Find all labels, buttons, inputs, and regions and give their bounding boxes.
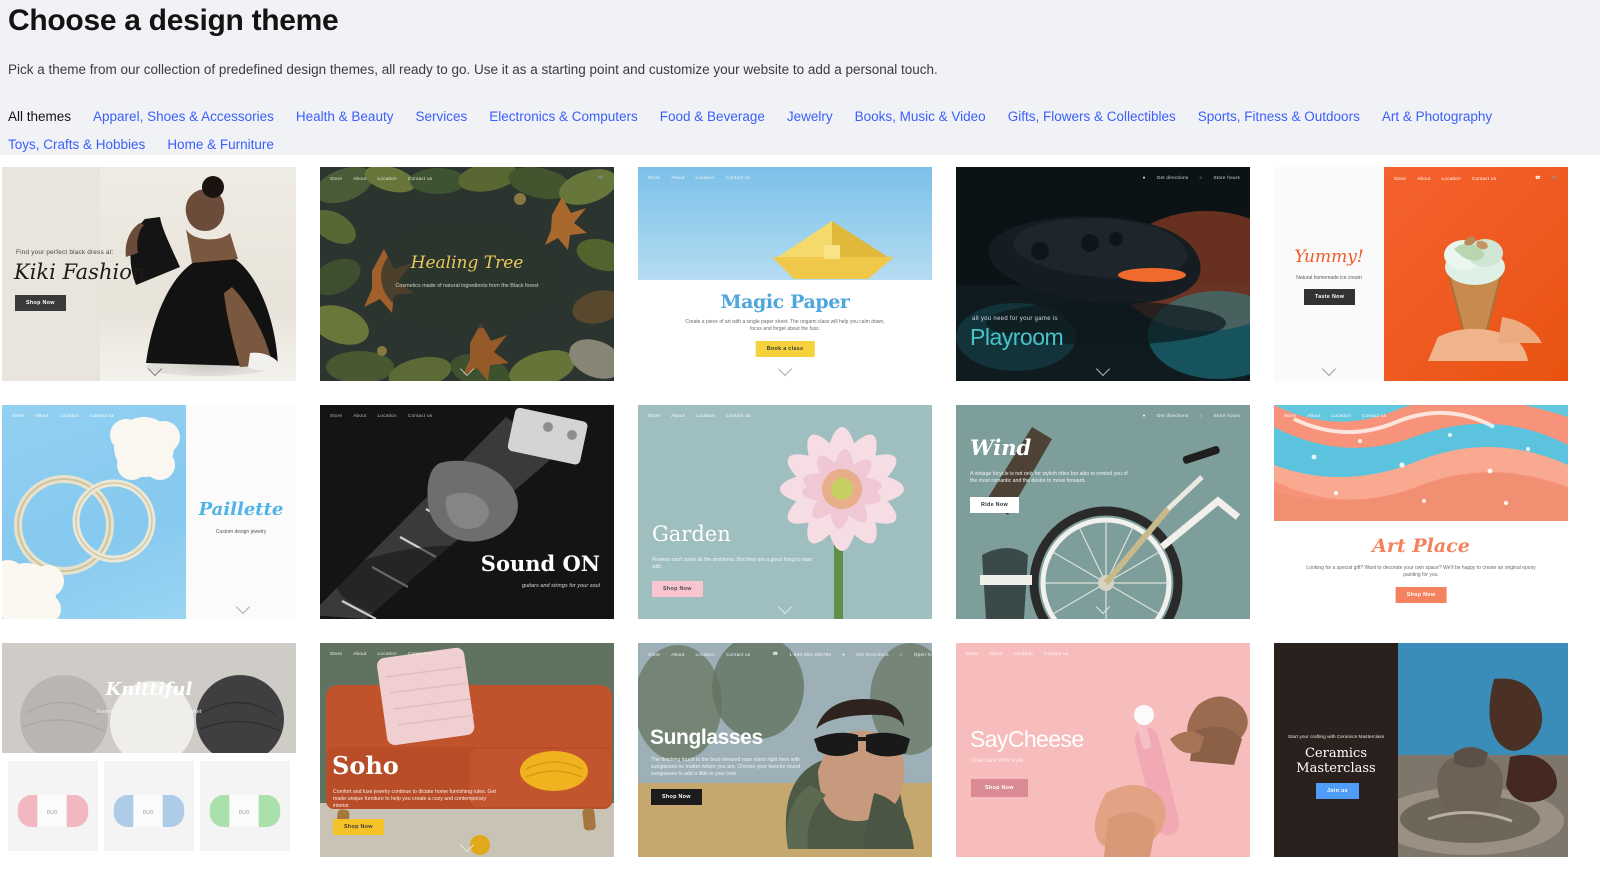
theme-tagline: A vintage bicycle is not only for stylis…	[970, 471, 1128, 485]
theme-tagline: Oral care with style	[971, 757, 1024, 764]
product-label: DUO	[143, 810, 154, 816]
product-label: DUO	[239, 810, 250, 816]
theme-preview-image	[1376, 643, 1568, 857]
theme-preview-text-panel: Find your perfect black dress at: Kiki F…	[2, 167, 192, 381]
category-filter-toys-crafts[interactable]: Toys, Crafts & Hobbies	[8, 131, 145, 159]
theme-card-magic-paper[interactable]: Store About Location Contact us Magic Pa…	[638, 167, 932, 381]
theme-name: Playroom	[970, 324, 1064, 350]
category-filter-books-music-video[interactable]: Books, Music & Video	[855, 103, 986, 131]
chevron-down-icon[interactable]	[779, 362, 792, 375]
category-filter-apparel[interactable]: Apparel, Shoes & Accessories	[93, 103, 274, 131]
theme-tagline: Flowers can't solve all the problems. Bu…	[652, 557, 813, 571]
theme-preview-image	[638, 643, 932, 857]
theme-cta-button[interactable]: Shop Now	[651, 789, 702, 805]
theme-card-playroom[interactable]: ● Get directions ○ Store hours all you n…	[956, 167, 1250, 381]
theme-name: Wind	[970, 435, 1032, 460]
theme-card-paillette[interactable]: Store About Location Contact us Paillett…	[2, 405, 296, 619]
theme-name: Yummy!	[1294, 247, 1364, 267]
page-subtitle: Pick a theme from our collection of pred…	[8, 62, 938, 77]
product-thumbnail[interactable]: DUO	[8, 761, 98, 851]
theme-tagline: guitars and strings for your soul	[521, 583, 600, 589]
product-thumbnail[interactable]: DUO	[200, 761, 290, 851]
theme-tagline: Custom design jewelry	[215, 529, 267, 535]
theme-name: Magic Paper	[720, 291, 850, 313]
category-filter-all-themes[interactable]: All themes	[8, 103, 71, 131]
theme-name: Knittiful	[105, 679, 193, 700]
theme-card-kiki-fashion[interactable]: Find your perfect black dress at: Kiki F…	[2, 167, 296, 381]
theme-name: Garden	[652, 522, 731, 546]
chevron-down-icon[interactable]	[1097, 362, 1110, 375]
chevron-down-icon[interactable]	[461, 362, 474, 375]
category-filter-sports-fitness[interactable]: Sports, Fitness & Outdoors	[1198, 103, 1360, 131]
theme-cta-button[interactable]: Shop Now	[333, 819, 384, 835]
theme-cta-button[interactable]: Shop Now	[971, 779, 1028, 797]
page-header: Choose a design theme Pick a theme from …	[0, 0, 1600, 155]
theme-name: Kiki Fashion	[14, 260, 146, 284]
product-thumbnail[interactable]: DUO	[104, 761, 194, 851]
chevron-down-icon[interactable]	[143, 725, 156, 738]
chevron-down-icon[interactable]	[461, 838, 474, 851]
theme-name: Soho	[332, 751, 399, 780]
theme-cta-button[interactable]: Taste Now	[1304, 289, 1356, 305]
theme-cta-button[interactable]: Shop Now	[1395, 587, 1447, 603]
chevron-down-icon[interactable]	[237, 600, 250, 613]
theme-name: Ceramics Masterclass	[1296, 746, 1376, 776]
theme-cta-button[interactable]: Book a class	[755, 341, 815, 357]
theme-card-ceramics-masterclass[interactable]: Start your crafting with Ceramics Master…	[1274, 643, 1568, 857]
category-filter-art-photography[interactable]: Art & Photography	[1382, 103, 1492, 131]
theme-tagline: Looking for a special gift? Want to deco…	[1306, 565, 1536, 578]
theme-tagline: Comfort and luxe jewelry continue to dic…	[333, 789, 496, 810]
theme-preview-image	[1384, 167, 1568, 381]
theme-name: Sound ON	[480, 551, 600, 576]
category-filter-health-beauty[interactable]: Health & Beauty	[296, 103, 394, 131]
theme-cta-button[interactable]: Shop Now	[652, 581, 703, 597]
theme-preview-image	[320, 167, 614, 381]
foliage-illustration	[320, 167, 614, 381]
category-filter-list: All themes Apparel, Shoes & Accessories He…	[6, 79, 1594, 159]
theme-tagline: Natural homemade ice cream	[1296, 275, 1362, 281]
chevron-down-icon[interactable]	[1323, 362, 1336, 375]
category-filter-jewelry[interactable]: Jewelry	[787, 103, 833, 131]
theme-tagline: Start your crafting with Ceramics Master…	[1287, 735, 1385, 740]
page-title: Choose a design theme	[8, 4, 339, 37]
theme-grid: Find your perfect black dress at: Kiki F…	[2, 155, 1600, 857]
theme-name: Healing Tree	[410, 253, 524, 273]
theme-tagline: Find your perfect black dress at:	[16, 249, 114, 256]
theme-name: Sunglasses	[650, 726, 763, 749]
theme-card-art-place[interactable]: Store About Location Contact us Art Plac…	[1274, 405, 1568, 619]
theme-card-sound-on[interactable]: Store About Location Contact us Sound ON…	[320, 405, 614, 619]
category-filter-gifts-flowers[interactable]: Gifts, Flowers & Collectibles	[1008, 103, 1176, 131]
theme-card-knittiful[interactable]: Knittiful Everything you need for your k…	[2, 643, 296, 857]
theme-tagline: all you need for your game is	[972, 316, 1058, 322]
chevron-down-icon[interactable]	[149, 362, 162, 375]
category-filter-home-furniture[interactable]: Home & Furniture	[167, 131, 274, 159]
theme-tagline: Everything you need for your knitting ba…	[96, 709, 202, 715]
theme-card-wind[interactable]: ● Get directions ○ Store hours Wind A vi…	[956, 405, 1250, 619]
category-filter-services[interactable]: Services	[415, 103, 467, 131]
theme-preview-image	[1274, 405, 1568, 521]
theme-card-healing-tree[interactable]: Store About Location Contact us 🛒 Healin…	[320, 167, 614, 381]
product-label: DUO	[47, 810, 58, 816]
theme-card-soho[interactable]: Store About Location Contact us Soho Com…	[320, 643, 614, 857]
category-filter-electronics[interactable]: Electronics & Computers	[489, 103, 638, 131]
theme-card-yummy[interactable]: Store About Location Contact us ☎ 🛒 Yumm…	[1274, 167, 1568, 381]
chevron-down-icon[interactable]	[779, 600, 792, 613]
product-thumbnail-list: DUO DUO DUO	[8, 761, 290, 851]
theme-name: Paillette	[198, 499, 284, 520]
theme-card-saycheese[interactable]: Store About Location Contact us SayChees…	[956, 643, 1250, 857]
theme-tagline: Create a piece of art with a single pape…	[685, 319, 885, 332]
theme-name: Art Place	[1372, 535, 1470, 557]
theme-cta-button[interactable]: Ride Now	[970, 497, 1019, 513]
theme-card-sunglasses[interactable]: Store About Location Contact us ☎ 1-800-…	[638, 643, 932, 857]
theme-name: SayCheese	[970, 726, 1084, 752]
theme-card-garden[interactable]: Store About Location Contact us Garden F…	[638, 405, 932, 619]
origami-boat-illustration	[768, 215, 898, 286]
theme-preview-image	[2, 405, 186, 619]
category-filter-food-beverage[interactable]: Food & Beverage	[660, 103, 765, 131]
chevron-down-icon[interactable]	[1097, 600, 1110, 613]
theme-tagline: The finishing touch to the best-dressed …	[651, 757, 801, 778]
theme-tagline: Cosmetics made of natural ingredients fr…	[395, 283, 539, 289]
theme-cta-button[interactable]: Shop Now	[15, 295, 66, 311]
theme-cta-button[interactable]: Join us	[1316, 783, 1359, 799]
